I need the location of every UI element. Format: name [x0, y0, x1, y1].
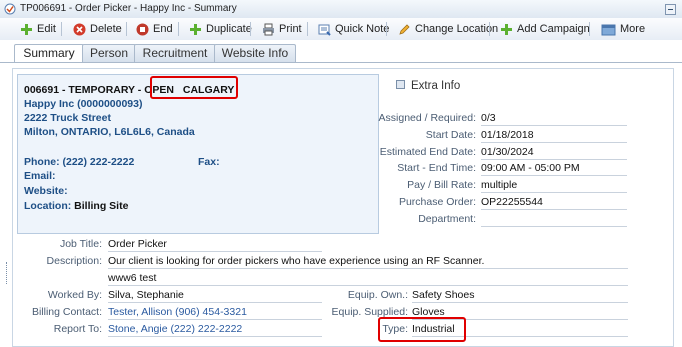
toolbar-separator [126, 22, 127, 36]
app-icon [4, 3, 16, 15]
department-label: Department: [418, 213, 476, 225]
fax: Fax: [198, 156, 220, 168]
description-extra: www6 test [108, 272, 628, 286]
end-date-value: 01/30/2024 [481, 146, 627, 160]
time-value: 09:00 AM - 05:00 PM [481, 162, 627, 176]
time-label: Start - End Time: [397, 162, 476, 174]
print-label: Print [279, 23, 302, 35]
more-button[interactable]: More [601, 21, 645, 37]
start-date-label: Start Date: [425, 129, 476, 141]
description-label: Description: [46, 255, 102, 267]
quick-note-icon [318, 24, 331, 36]
assigned-value: 0/3 [481, 112, 627, 126]
rate-value: multiple [481, 179, 627, 193]
add-campaign-button[interactable]: Add Campaign [500, 21, 590, 37]
toolbar-separator [250, 22, 251, 36]
end-button[interactable]: End [136, 21, 173, 37]
print-button[interactable]: Print [262, 21, 302, 37]
purchase-order-label: Purchase Order: [398, 196, 476, 208]
website: Website: [24, 185, 68, 197]
street-address: 2222 Truck Street [24, 112, 111, 124]
edit-icon [21, 23, 32, 35]
duplicate-label: Duplicate [206, 23, 252, 35]
equip-own-value: Safety Shoes [412, 289, 628, 303]
worked-by-value: Silva, Stephanie [108, 289, 322, 303]
toolbar-separator [61, 22, 62, 36]
collapse-button[interactable] [665, 4, 676, 15]
city-state: Milton, ONTARIO, L6L6L6, Canada [24, 126, 195, 138]
toolbar-separator [386, 22, 387, 36]
more-icon [601, 24, 616, 35]
edit-label: Edit [37, 23, 56, 35]
job-title-label: Job Title: [59, 238, 102, 250]
billing-contact-link[interactable]: Tester, Allison (906) 454-3321 [108, 306, 322, 320]
delete-button[interactable]: Delete [73, 21, 122, 37]
window-title: TP006691 - Order Picker - Happy Inc - Su… [20, 3, 237, 14]
collapse-icon [396, 80, 405, 89]
tab-summary[interactable]: Summary [14, 44, 84, 63]
department-value [481, 213, 627, 227]
report-to-label: Report To: [53, 323, 102, 335]
assigned-label: Assigned / Required: [378, 112, 476, 124]
change-location-button[interactable]: Change Location [398, 21, 498, 37]
print-icon [263, 23, 274, 35]
resize-handle[interactable] [6, 262, 10, 284]
delete-label: Delete [90, 23, 122, 35]
toolbar: Edit Delete End Duplicate Print Quick No… [0, 18, 682, 41]
extra-info-header[interactable]: Extra Info [396, 80, 460, 92]
more-label: More [620, 23, 646, 35]
toolbar-separator [307, 22, 308, 36]
location-label: Location: [24, 200, 72, 212]
quick-note-label: Quick Note [335, 23, 390, 35]
company-link[interactable]: Happy Inc (0000000093) [24, 98, 142, 110]
add-campaign-icon [501, 23, 512, 35]
description-value: Our client is looking for order pickers … [108, 255, 628, 269]
end-label: End [153, 23, 173, 35]
equip-own-label: Equip. Own.: [347, 289, 408, 301]
end-date-label: Estimated End Date: [379, 146, 476, 158]
add-campaign-label: Add Campaign [517, 23, 590, 35]
extra-info-title: Extra Info [411, 80, 461, 92]
phone: Phone: (222) 222-2222 [24, 156, 135, 168]
end-icon [136, 23, 149, 35]
worked-by-label: Worked By: [47, 289, 102, 301]
tab-divider [0, 62, 682, 63]
billing-contact-label: Billing Contact: [31, 306, 102, 318]
window-titlebar: TP006691 - Order Picker - Happy Inc - Su… [0, 0, 682, 19]
location-value: Billing Site [74, 200, 129, 212]
location: Location: Billing Site [24, 200, 128, 212]
tab-person[interactable]: Person [82, 44, 136, 62]
change-location-label: Change Location [415, 23, 499, 35]
tab-bar: Summary Person Recruitment Website Info [0, 40, 682, 63]
toolbar-separator [178, 22, 179, 36]
toolbar-separator [489, 22, 490, 36]
tab-website-info[interactable]: Website Info [214, 44, 296, 62]
tab-recruitment[interactable]: Recruitment [134, 44, 216, 62]
report-to-link[interactable]: Stone, Angie (222) 222-2222 [108, 323, 322, 337]
duplicate-icon [190, 23, 201, 35]
duplicate-button[interactable]: Duplicate [189, 21, 252, 37]
pencil-icon [399, 23, 410, 35]
job-title-value: Order Picker [108, 238, 322, 252]
purchase-order-value: OP22255544 [481, 196, 627, 210]
quick-note-button[interactable]: Quick Note [318, 21, 389, 37]
start-date-value: 01/18/2018 [481, 129, 627, 143]
edit-button[interactable]: Edit [20, 21, 56, 37]
delete-icon [73, 23, 86, 35]
toolbar-separator [589, 22, 590, 36]
highlight-box-city [150, 76, 238, 99]
rate-label: Pay / Bill Rate: [407, 179, 476, 191]
highlight-box-type [378, 317, 466, 342]
email: Email: [24, 170, 56, 182]
